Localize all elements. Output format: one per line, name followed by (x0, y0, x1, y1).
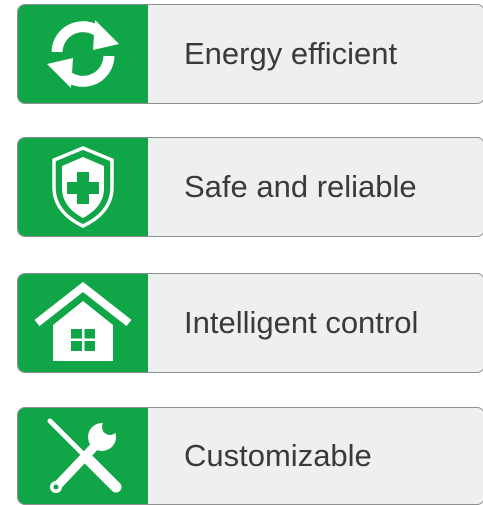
wrench-screwdriver-icon (47, 418, 122, 493)
feature-label: Energy efficient (184, 36, 398, 71)
feature-card-customizable: Customizable (17, 407, 483, 505)
feature-card-safe-and-reliable: Safe and reliable (17, 137, 483, 237)
icon-tile (18, 408, 148, 504)
feature-label: Intelligent control (184, 305, 419, 340)
house-icon (34, 281, 132, 361)
feature-card-intelligent-control: Intelligent control (17, 273, 483, 373)
feature-card-energy-efficient: Energy efficient (17, 4, 483, 104)
feature-label: Customizable (184, 438, 372, 473)
feature-label: Safe and reliable (184, 169, 417, 204)
icon-tile (18, 138, 148, 236)
recycle-arrows-icon (47, 20, 119, 88)
icon-tile (18, 274, 148, 372)
shield-cross-icon (52, 146, 114, 228)
icon-tile (18, 5, 148, 103)
